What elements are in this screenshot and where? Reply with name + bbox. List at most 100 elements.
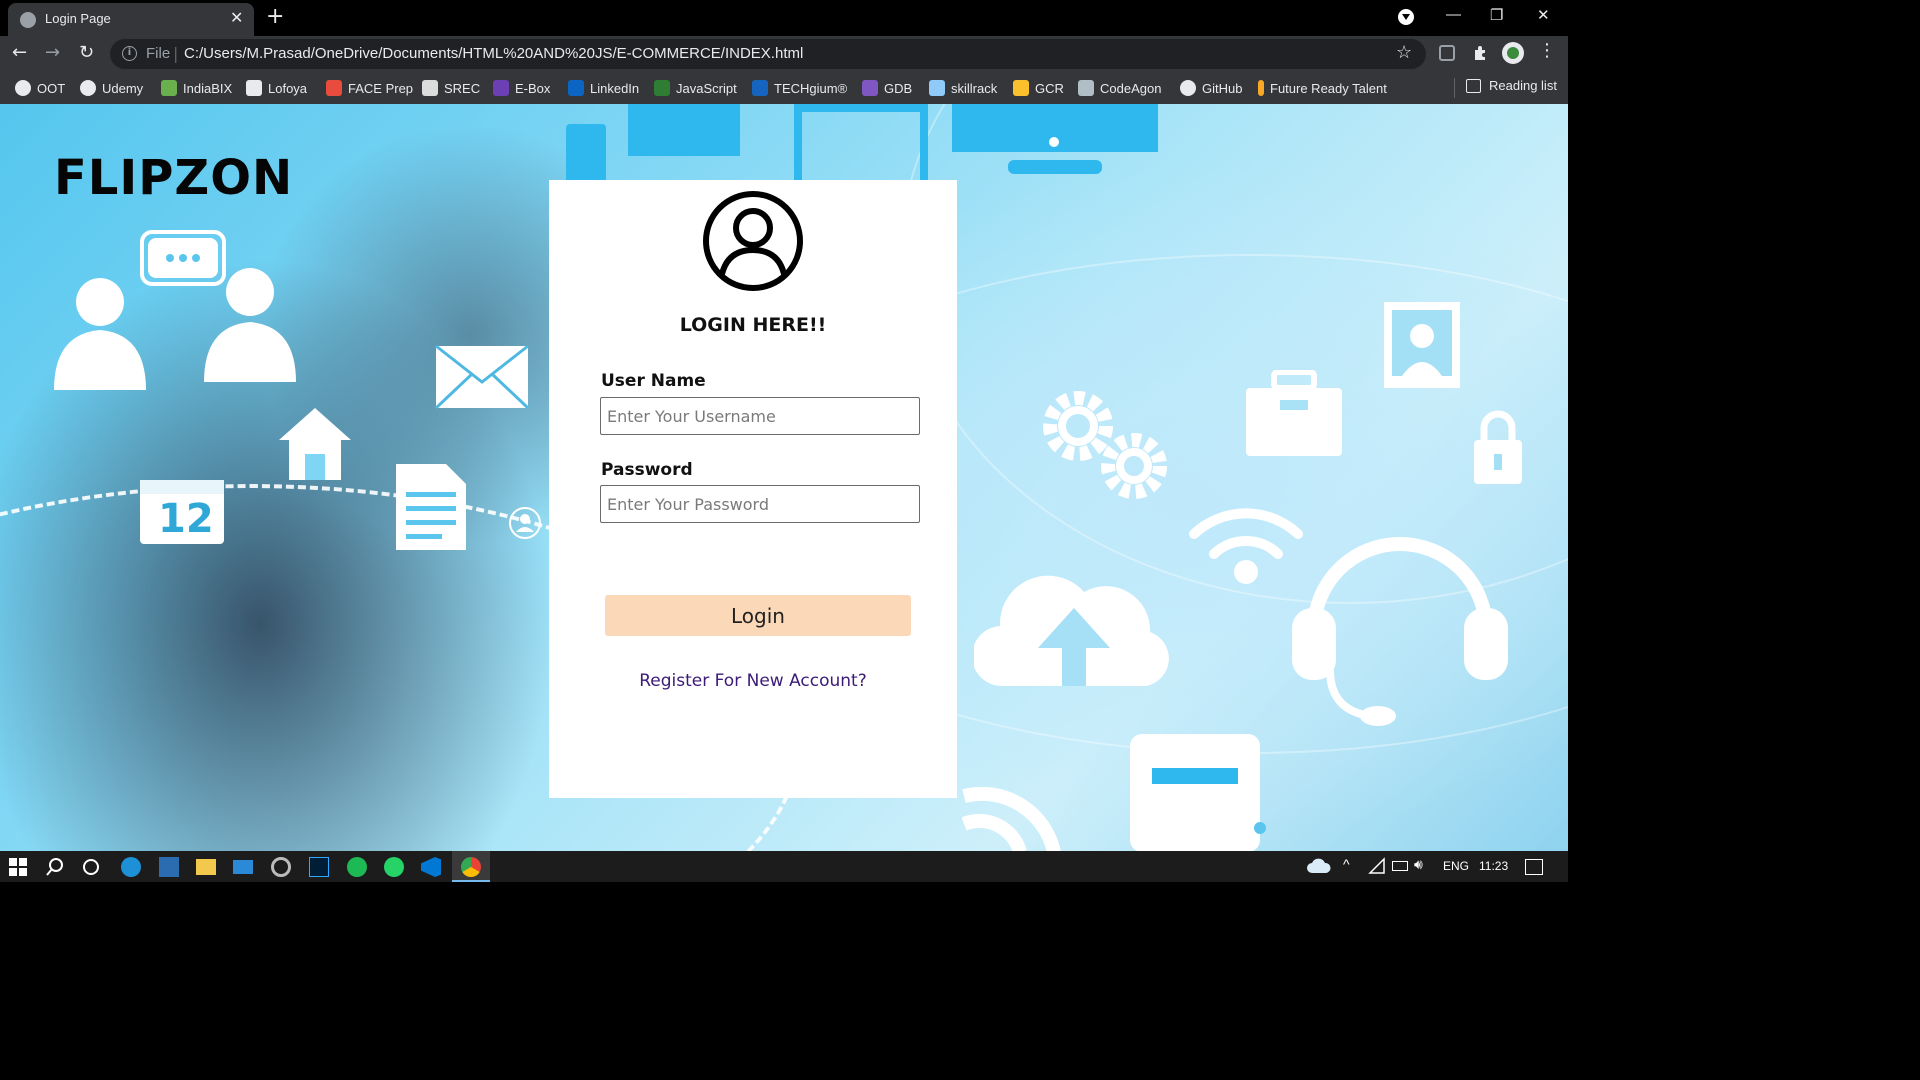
bookmark-future-ready-talent[interactable]: Future Ready Talent bbox=[1258, 78, 1387, 98]
bookmark-label: IndiaBIX bbox=[183, 80, 233, 96]
language-indicator[interactable]: ENG bbox=[1443, 859, 1469, 873]
wifi-status-icon[interactable] bbox=[1368, 857, 1388, 877]
username-label: User Name bbox=[601, 371, 706, 391]
close-window-icon[interactable]: ✕ bbox=[1537, 6, 1550, 24]
bookmark-label: E-Box bbox=[515, 80, 551, 96]
clock-time[interactable]: 11:23 bbox=[1479, 859, 1508, 873]
login-button[interactable]: Login bbox=[605, 595, 911, 636]
login-card: LOGIN HERE!! User Name Password Login Re… bbox=[549, 180, 957, 798]
whatsapp-icon[interactable] bbox=[384, 857, 404, 877]
toolbox-icon bbox=[1246, 370, 1342, 456]
udemy-icon bbox=[80, 80, 96, 96]
bookmark-label: GitHub bbox=[1202, 80, 1243, 96]
close-tab-icon[interactable]: ✕ bbox=[230, 8, 243, 27]
bookmark-star-icon[interactable]: ☆ bbox=[1396, 42, 1412, 63]
gdb-icon bbox=[862, 80, 878, 96]
vscode-icon[interactable] bbox=[421, 857, 441, 877]
info-icon[interactable]: i bbox=[122, 46, 137, 61]
reload-icon[interactable]: ↻ bbox=[79, 42, 94, 63]
envelope-icon bbox=[434, 344, 530, 410]
menu-kebab-icon[interactable]: ⋮ bbox=[1538, 40, 1556, 61]
tab-title: Login Page bbox=[45, 11, 111, 26]
new-tab-icon[interactable]: + bbox=[266, 4, 284, 29]
reading-list-label: Reading list bbox=[1489, 78, 1557, 93]
extension-icon[interactable] bbox=[1439, 45, 1455, 61]
edge-icon[interactable] bbox=[121, 857, 141, 877]
login-heading: LOGIN HERE!! bbox=[679, 314, 827, 336]
techgium-icon bbox=[752, 80, 768, 96]
gears-icon bbox=[1043, 391, 1167, 499]
puzzle-icon[interactable] bbox=[1472, 45, 1488, 61]
notifications-icon[interactable] bbox=[1525, 859, 1543, 875]
lofoya-icon bbox=[246, 80, 262, 96]
restore-icon[interactable]: ❐ bbox=[1490, 6, 1503, 24]
store-icon[interactable] bbox=[159, 857, 179, 877]
signal-arc-icon bbox=[962, 786, 1061, 851]
mail-icon[interactable] bbox=[233, 860, 253, 874]
forward-icon[interactable]: → bbox=[45, 42, 60, 63]
printer-icon bbox=[1130, 734, 1266, 851]
bookmark-srec[interactable]: SREC bbox=[422, 78, 480, 98]
reading-list-icon bbox=[1466, 78, 1481, 93]
bookmark-gdb[interactable]: GDB bbox=[862, 78, 912, 98]
bookmark-github[interactable]: GitHub bbox=[1180, 78, 1242, 98]
volume-icon[interactable]: 🔊︎ bbox=[1414, 856, 1423, 873]
bookmark-javascript[interactable]: JavaScript bbox=[654, 78, 737, 98]
tab-login-page[interactable]: Login Page ✕ bbox=[8, 3, 254, 36]
bookmark-ebox[interactable]: E-Box bbox=[493, 78, 550, 98]
minimize-icon[interactable]: — bbox=[1446, 6, 1461, 23]
bookmark-skillrack[interactable]: skillrack bbox=[929, 78, 997, 98]
javascript-icon bbox=[654, 80, 670, 96]
browser-toolbar: ← → ↻ i File | C:/Users/M.Prasad/OneDriv… bbox=[0, 36, 1568, 72]
bookmark-oot[interactable]: OOT bbox=[15, 78, 65, 98]
bookmark-label: GCR bbox=[1035, 80, 1064, 96]
address-bar[interactable]: i File | C:/Users/M.Prasad/OneDrive/Docu… bbox=[110, 39, 1426, 69]
lock-icon bbox=[1474, 410, 1522, 484]
globe-icon bbox=[20, 12, 36, 28]
linkedin-icon bbox=[568, 80, 584, 96]
cortana-icon[interactable] bbox=[81, 857, 101, 877]
media-player-icon[interactable] bbox=[271, 857, 291, 877]
search-icon[interactable] bbox=[45, 857, 65, 877]
file-explorer-icon[interactable] bbox=[196, 859, 216, 875]
bookmark-gcr[interactable]: GCR bbox=[1013, 78, 1064, 98]
bookmarks-divider bbox=[1454, 78, 1455, 98]
bookmark-linkedin[interactable]: LinkedIn bbox=[568, 78, 639, 98]
tab-search-icon[interactable] bbox=[1398, 9, 1414, 25]
back-icon[interactable]: ← bbox=[12, 42, 27, 63]
user-avatar-icon bbox=[703, 191, 803, 291]
chat-people-icon bbox=[54, 230, 296, 390]
bookmark-label: JavaScript bbox=[676, 80, 737, 96]
browser-tab-bar: Login Page ✕ + — ❐ ✕ bbox=[0, 0, 1568, 36]
password-input[interactable] bbox=[600, 485, 920, 523]
bookmark-udemy[interactable]: Udemy bbox=[80, 78, 143, 98]
profile-picture-icon bbox=[1384, 302, 1460, 388]
register-link[interactable]: Register For New Account? bbox=[549, 671, 957, 691]
photoshop-icon[interactable] bbox=[309, 857, 329, 877]
bookmark-label: Udemy bbox=[102, 80, 144, 96]
bookmark-label: TECHgium® bbox=[774, 80, 848, 96]
devices-icon bbox=[566, 104, 1158, 184]
url-text[interactable]: C:/Users/M.Prasad/OneDrive/Documents/HTM… bbox=[184, 45, 803, 62]
bookmarks-bar: OOT Udemy IndiaBIX Lofoya FACE Prep SREC… bbox=[0, 72, 1568, 104]
bookmark-label: SREC bbox=[444, 80, 481, 96]
skillrack-icon bbox=[929, 80, 945, 96]
ebox-icon bbox=[493, 80, 509, 96]
weather-cloud-icon[interactable] bbox=[1306, 857, 1332, 877]
chrome-taskbar-item[interactable] bbox=[452, 851, 490, 882]
bookmark-techgium[interactable]: TECHgium® bbox=[752, 78, 847, 98]
profile-avatar[interactable] bbox=[1502, 42, 1524, 64]
windows-start-icon[interactable] bbox=[8, 857, 28, 877]
battery-icon[interactable] bbox=[1392, 861, 1408, 871]
username-input[interactable] bbox=[600, 397, 920, 435]
page-viewport: FLIPZON 12 LOGIN HERE!! User Name Enter … bbox=[0, 104, 1568, 851]
srec-icon bbox=[422, 80, 438, 96]
reading-list-button[interactable]: Reading list bbox=[1466, 78, 1557, 93]
bookmark-codeagon[interactable]: CodeAgon bbox=[1078, 78, 1161, 98]
bookmark-indiabix[interactable]: IndiaBIX bbox=[161, 78, 232, 98]
chevron-up-icon[interactable]: ^ bbox=[1343, 856, 1350, 872]
spotify-icon[interactable] bbox=[347, 857, 367, 877]
bookmark-faceprep[interactable]: FACE Prep bbox=[326, 78, 413, 98]
codeagon-icon bbox=[1078, 80, 1094, 96]
bookmark-lofoya[interactable]: Lofoya bbox=[246, 78, 307, 98]
